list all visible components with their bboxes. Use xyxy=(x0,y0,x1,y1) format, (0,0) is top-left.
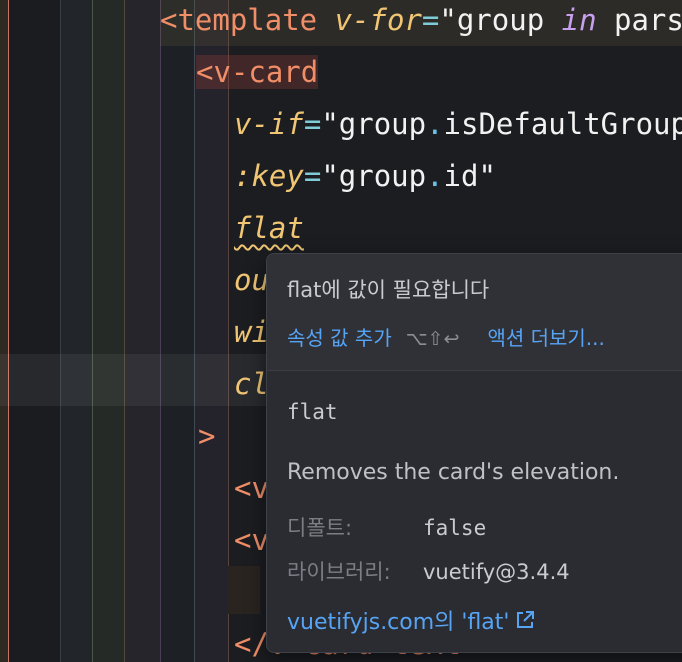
indent-band xyxy=(194,0,228,662)
indent-guide xyxy=(8,0,9,662)
docs-link-label: vuetifyjs.com의 'flat' xyxy=(287,610,510,635)
problem-message: flat에 값이 필요합니다 xyxy=(287,278,490,302)
default-label: 디폴트: xyxy=(287,516,353,540)
attr-value: parse xyxy=(613,3,682,37)
child-tag: <v xyxy=(234,471,269,505)
problem-section: flat에 값이 필요합니다 속성 값 추가 ⌥⇧↩ 액션 더보기... xyxy=(267,254,682,371)
indent-guide xyxy=(228,0,229,662)
shortcut-hint: ⌥⇧↩ xyxy=(405,328,460,350)
code-line-5[interactable]: flat xyxy=(234,202,304,254)
indent-band xyxy=(92,0,124,662)
add-attribute-value-button[interactable]: 속성 값 추가 xyxy=(287,326,392,350)
indent-guide xyxy=(60,0,61,662)
keyword: in xyxy=(561,3,597,37)
indent-band xyxy=(124,0,160,662)
attr-value: "group xyxy=(321,107,427,141)
hover-popup: flat에 값이 필요합니다 속성 값 추가 ⌥⇧↩ 액션 더보기... flat … xyxy=(266,253,682,653)
indent-guide xyxy=(194,0,195,662)
indent-marker xyxy=(228,566,260,614)
flat-attr-warning[interactable]: flat xyxy=(234,211,304,245)
indent-band xyxy=(160,0,194,662)
operator: = xyxy=(303,107,322,141)
attr-name: v-for xyxy=(334,3,422,37)
v-card-tag: <v-card xyxy=(196,55,319,89)
indent-band xyxy=(0,0,8,662)
indent-guide xyxy=(92,0,93,662)
code-line-8[interactable]: cl xyxy=(234,358,269,410)
code-line-10[interactable]: <v xyxy=(234,462,269,514)
attribute-description: Removes the card's elevation. xyxy=(287,460,620,485)
docs-link[interactable]: vuetifyjs.com의 'flat' xyxy=(287,604,535,636)
attr-name: ou xyxy=(234,263,269,297)
library-label: 라이브러리: xyxy=(287,560,391,584)
code-line-1[interactable]: <template v-for="group in parse xyxy=(160,0,682,46)
indent-band xyxy=(8,0,60,662)
attr-name: :key xyxy=(234,159,304,193)
indent-guide xyxy=(160,0,161,662)
code-line-2[interactable]: <v-card xyxy=(196,46,319,98)
external-link-icon xyxy=(515,610,535,636)
attr-name: v-if xyxy=(234,107,304,141)
indent-band xyxy=(60,0,92,662)
quick-actions: 속성 값 추가 ⌥⇧↩ 액션 더보기... xyxy=(287,322,605,351)
code-line-11[interactable]: <v xyxy=(234,514,269,566)
template-tag: <template xyxy=(160,3,318,37)
attr-value: id" xyxy=(443,159,496,193)
operator: . xyxy=(426,107,444,141)
operator: = xyxy=(421,3,440,37)
code-line-3[interactable]: v-if="group.isDefaultGroup" xyxy=(234,98,682,150)
code-line-7[interactable]: wi xyxy=(234,306,269,358)
attr-name: cl xyxy=(234,367,269,401)
operator: = xyxy=(303,159,322,193)
default-value: false xyxy=(423,516,487,540)
code-line-4[interactable]: :key="group.id" xyxy=(234,150,496,202)
library-value: vuetify@3.4.4 xyxy=(423,560,570,584)
code-line-9[interactable]: > xyxy=(198,410,215,462)
default-row: 디폴트: false xyxy=(287,512,486,542)
library-row: 라이브러리: vuetify@3.4.4 xyxy=(287,556,570,586)
more-actions-button[interactable]: 액션 더보기... xyxy=(487,326,604,350)
attribute-name: flat xyxy=(287,400,338,424)
operator: . xyxy=(426,159,444,193)
attr-value: "group xyxy=(439,3,562,37)
attr-value: isDefaultGroup" xyxy=(443,107,682,141)
attr-value: "group xyxy=(321,159,427,193)
code-line-6[interactable]: ou xyxy=(234,254,269,306)
child-tag: <v xyxy=(234,523,269,557)
indent-guide xyxy=(124,0,125,662)
tag-close-bracket: > xyxy=(198,419,216,453)
attr-name: wi xyxy=(234,315,269,349)
